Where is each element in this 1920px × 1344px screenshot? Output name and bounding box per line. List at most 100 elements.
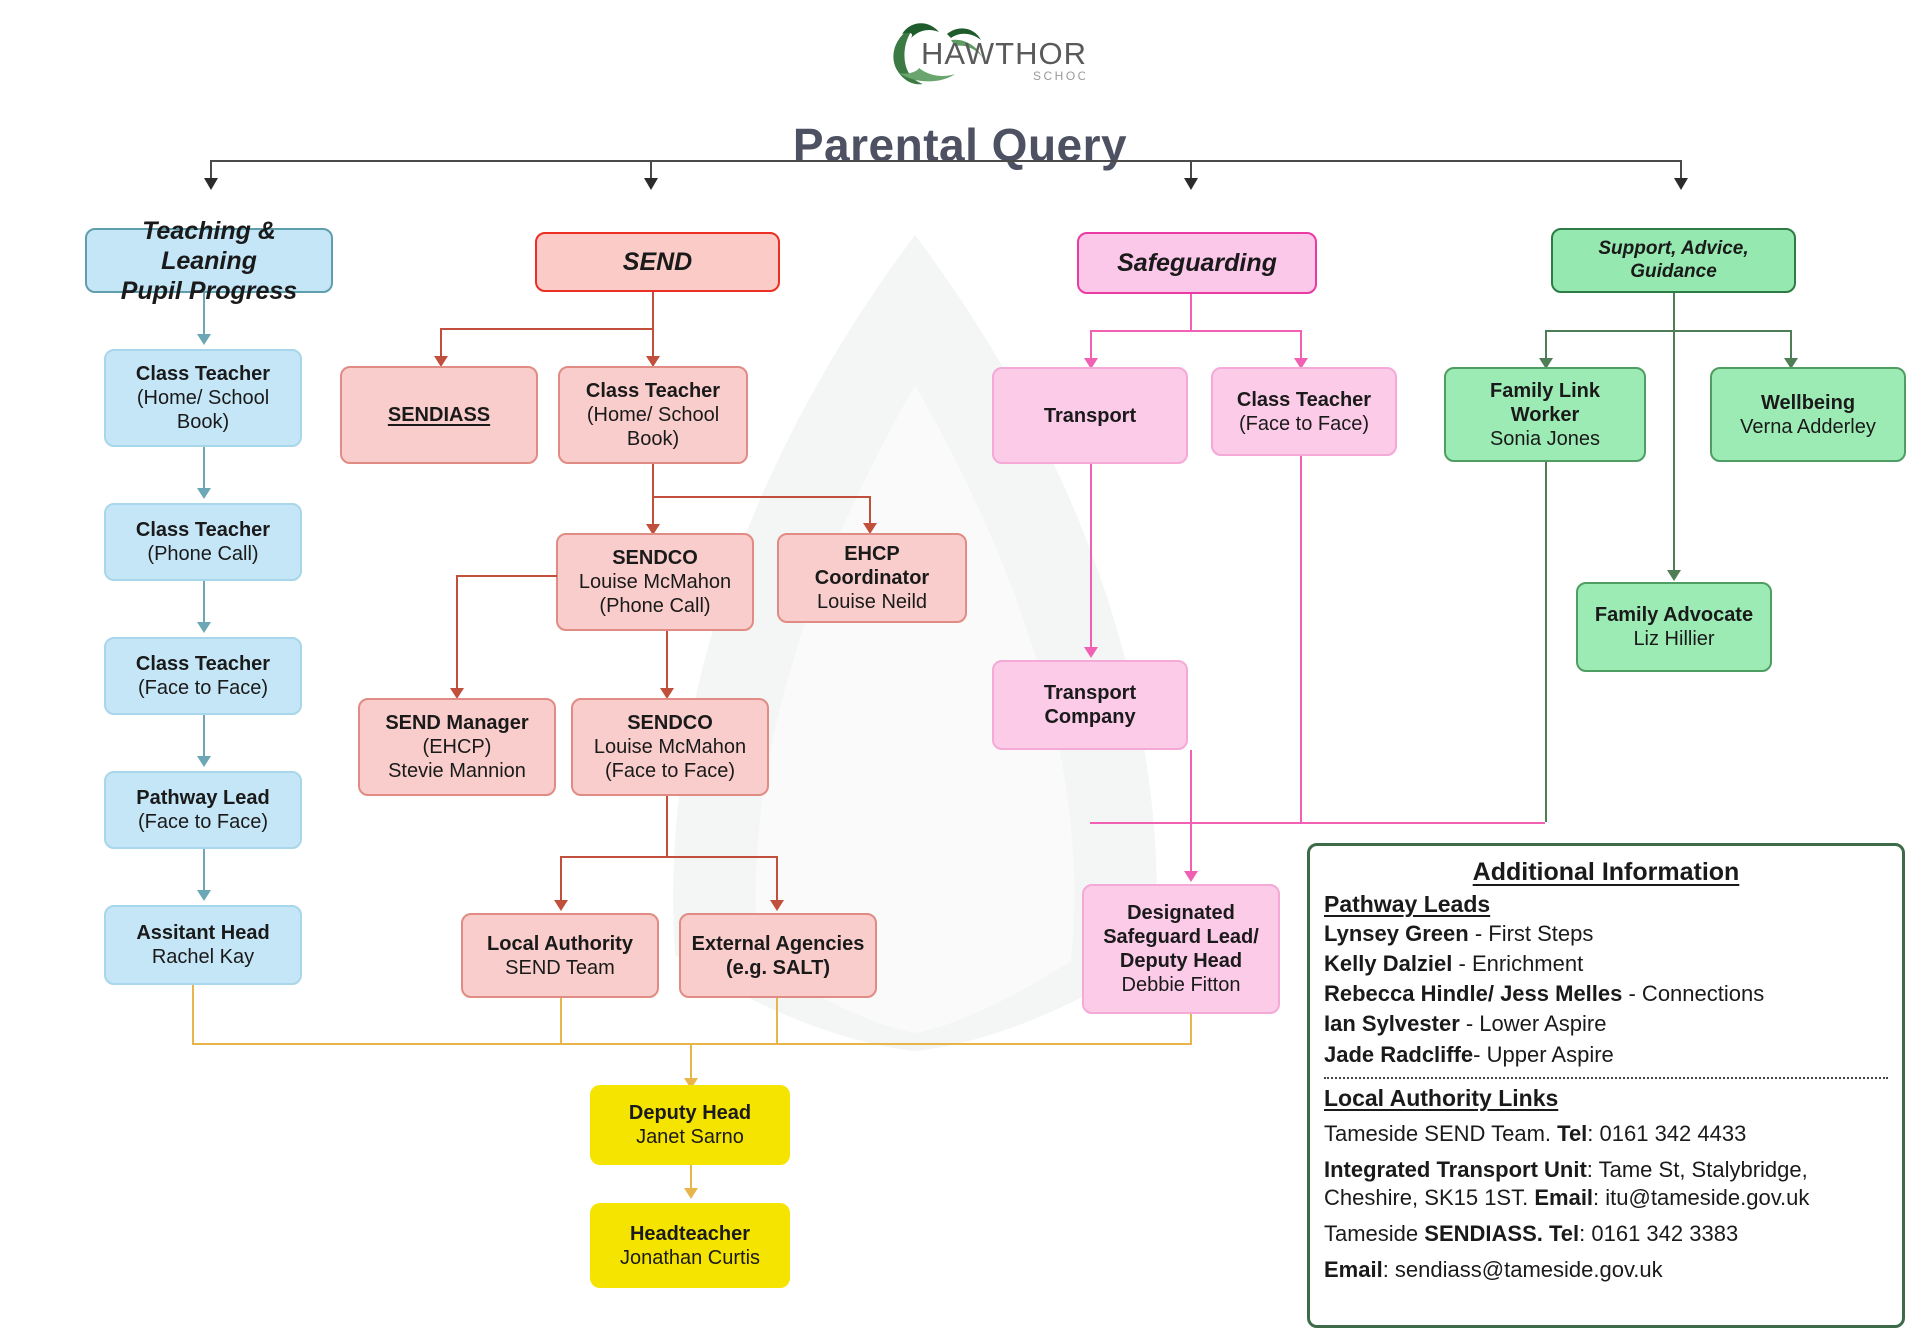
connector-manager-down — [456, 575, 458, 690]
connector-support-down — [1673, 293, 1675, 330]
header-teaching-learning[interactable]: Teaching & Leaning Pupil Progress — [85, 217, 333, 305]
connector-top-bar — [210, 160, 1680, 162]
header-send[interactable]: SEND — [535, 232, 780, 292]
connector-teach-4 — [203, 715, 205, 758]
node-sub1: (Home/ School — [586, 404, 720, 426]
connector-gold-from-assistant-head — [192, 985, 194, 1043]
node-title: Class Teacher — [135, 363, 271, 385]
pathway-lead-role: - First Steps — [1468, 921, 1594, 946]
connector-send-to-sendiass — [440, 328, 442, 358]
header-send-line1: SEND — [622, 248, 693, 276]
node-title: SENDIASS — [387, 404, 491, 426]
arrow-to-send — [644, 178, 658, 190]
connector-top-to-safeguarding — [1190, 160, 1192, 180]
connector-gold-from-external — [776, 998, 778, 1043]
node-transport[interactable]: Transport — [992, 367, 1188, 464]
arrow-to-teaching — [204, 178, 218, 190]
node-sub2: Book) — [176, 411, 230, 433]
node-send-manager-ehcp[interactable]: SEND Manager (EHCP) Stevie Mannion — [358, 698, 556, 796]
node-title: Class Teacher — [1236, 388, 1372, 411]
node-sub1: (EHCP) — [422, 736, 492, 758]
la-label: SENDIASS. Tel — [1424, 1221, 1580, 1247]
node-sub1: Verna Adderley — [1740, 415, 1876, 438]
node-family-link-worker[interactable]: Family Link Worker Sonia Jones — [1444, 367, 1646, 462]
connector-sendco-down — [666, 631, 668, 690]
node-send-class-teacher[interactable]: Class Teacher (Home/ School Book) — [558, 366, 748, 464]
node-sub1: Louise Neild — [816, 591, 928, 613]
la-text: Tameside — [1324, 1221, 1425, 1247]
node-designated-safeguard-lead[interactable]: Designated Safeguard Lead/ Deputy Head D… — [1082, 884, 1280, 1014]
pathway-lead-name: Lynsey Green — [1324, 921, 1469, 946]
connector-ct-down — [652, 464, 654, 526]
node-title: SENDCO — [627, 712, 713, 734]
node-deputy-head[interactable]: Deputy Head Janet Sarno — [590, 1085, 790, 1165]
connector-to-external — [776, 856, 778, 902]
connector-top-to-teaching — [210, 160, 212, 180]
pathway-lead-role: - Enrichment — [1452, 951, 1584, 977]
info-panel-title: Additional Information — [1472, 858, 1740, 886]
pathway-lead-row: Lynsey Green - First Steps — [1324, 920, 1888, 948]
connector-to-family-advocate — [1673, 330, 1675, 572]
node-title: SEND Manager — [385, 712, 529, 734]
la-value: : 0161 342 4433 — [1587, 1120, 1747, 1146]
node-sub1: (Face to Face) — [1238, 412, 1370, 435]
node-title: Assitant Head — [136, 922, 270, 944]
connector-transportcompany-down — [1190, 750, 1192, 873]
node-sub1: (Phone Call) — [147, 543, 259, 565]
arrow-to-safeguarding — [1184, 178, 1198, 190]
connector-teach-2 — [203, 447, 205, 490]
node-transport-company[interactable]: Transport Company — [992, 660, 1188, 750]
school-logo: HAWTHORNS SCHOOL — [855, 18, 1131, 90]
node-title: Deputy Head — [628, 1102, 752, 1124]
connector-gold-from-la — [560, 998, 562, 1043]
node-class-teacher-face-to-face[interactable]: Class Teacher (Face to Face) — [104, 637, 302, 715]
node-sub1: (Face to Face) — [137, 677, 269, 699]
node-family-advocate[interactable]: Family Advocate Liz Hillier — [1576, 582, 1772, 672]
connector-top-to-send — [650, 160, 652, 180]
connector-ehcp-down — [869, 496, 871, 525]
pathway-lead-row: Jade Radcliffe- Upper Aspire — [1324, 1041, 1888, 1069]
la-label: Tel — [1557, 1120, 1588, 1146]
arrow-to-support — [1674, 178, 1688, 190]
node-sendiass[interactable]: SENDIASS — [340, 366, 538, 464]
header-safeguarding[interactable]: Safeguarding — [1077, 232, 1317, 294]
connector-sendco-to-manager — [456, 575, 557, 577]
node-pathway-lead[interactable]: Pathway Lead (Face to Face) — [104, 771, 302, 849]
node-title: Class Teacher — [135, 653, 271, 675]
node-title3: Deputy Head — [1119, 950, 1243, 972]
node-sendco-phone-call[interactable]: SENDCO Louise McMahon (Phone Call) — [556, 533, 754, 631]
connector-transport-down — [1090, 464, 1092, 649]
header-support-line2: Guidance — [1630, 260, 1717, 282]
node-title: Family Link — [1489, 379, 1601, 402]
node-title: External Agencies — [691, 932, 865, 955]
node-sub1: SEND Team — [505, 956, 615, 979]
node-ehcp-coordinator[interactable]: EHCP Coordinator Louise Neild — [777, 533, 967, 623]
node-local-authority-send-team[interactable]: Local Authority SEND Team — [461, 913, 659, 998]
node-title2: Worker — [1510, 403, 1580, 426]
node-headteacher[interactable]: Headteacher Jonathan Curtis — [590, 1203, 790, 1288]
node-assistant-head[interactable]: Assitant Head Rachel Kay — [104, 905, 302, 985]
connector-safeguarding-down — [1190, 294, 1192, 330]
la-link-row: Tameside SEND Team. Tel: 0161 342 4433 — [1324, 1120, 1888, 1148]
svg-text:HAWTHORNS: HAWTHORNS — [921, 36, 1085, 71]
node-sub1: (e.g. SALT) — [725, 956, 831, 979]
la-link-row: Email: sendiass@tameside.gov.uk — [1324, 1256, 1888, 1284]
pathway-lead-role: - Upper Aspire — [1473, 1041, 1614, 1067]
node-wellbeing[interactable]: Wellbeing Verna Adderley — [1710, 367, 1906, 462]
connector-support-split — [1545, 330, 1790, 332]
header-teaching-line2: Pupil Progress — [120, 276, 298, 305]
node-class-teacher-phone-call[interactable]: Class Teacher (Phone Call) — [104, 503, 302, 581]
node-title: Class Teacher — [135, 519, 271, 541]
pathway-lead-row: Ian Sylvester - Lower Aspire — [1324, 1010, 1888, 1038]
connector-send-to-classteacher — [652, 328, 654, 358]
node-class-teacher-home-school-book[interactable]: Class Teacher (Home/ School Book) — [104, 349, 302, 447]
node-external-agencies[interactable]: External Agencies (e.g. SALT) — [679, 913, 877, 998]
connector-teach-1 — [203, 293, 205, 336]
node-title: Transport — [1043, 682, 1137, 704]
arrow-teach-3 — [197, 622, 211, 633]
node-safeguarding-class-teacher[interactable]: Class Teacher (Face to Face) — [1211, 367, 1397, 456]
arrow-to-family-advocate — [1667, 570, 1681, 581]
pathway-leads-heading: Pathway Leads — [1324, 891, 1491, 917]
header-support-advice-guidance[interactable]: Support, Advice, Guidance — [1551, 228, 1796, 293]
node-sendco-face-to-face[interactable]: SENDCO Louise McMahon (Face to Face) — [571, 698, 769, 796]
